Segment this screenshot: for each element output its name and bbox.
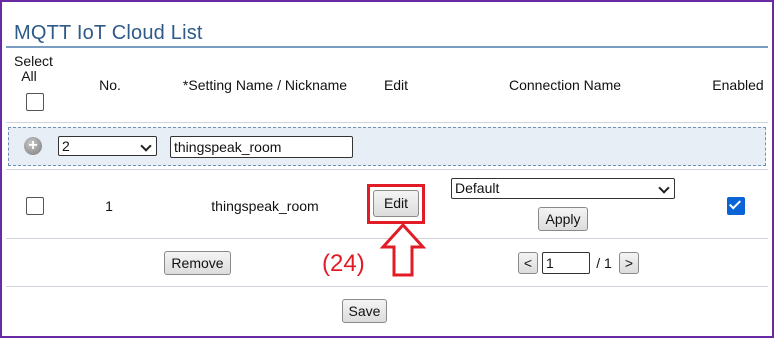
annotation-label: (24) [322,250,365,277]
select-all-label-line1: Select [14,53,53,69]
add-row-divider [6,169,768,170]
page-total: / 1 [596,255,612,271]
remove-button[interactable]: Remove [164,251,231,275]
add-icon[interactable]: + [24,137,42,155]
connection-name-value: Default [455,180,500,196]
row-select-checkbox[interactable] [26,197,44,215]
row-no: 1 [105,198,113,214]
connection-name-select[interactable]: Default [451,178,675,199]
header-enabled: Enabled [712,77,764,93]
header-setting-name: *Setting Name / Nickname [182,77,348,93]
save-button[interactable]: Save [342,299,387,323]
row-setting-name: thingspeak_room [211,198,319,214]
add-count-value: 2 [62,138,70,154]
header-divider [6,122,768,123]
chevron-down-icon [658,182,670,194]
select-all-label-line2: All [21,68,37,84]
page-title: MQTT IoT Cloud List [14,22,203,44]
header-connection-name: Connection Name [508,77,622,93]
highlight-box [367,184,425,224]
header-edit: Edit [383,77,409,93]
chevron-down-icon [140,140,152,152]
select-all-header: Select All [14,53,53,84]
next-page-button[interactable]: > [619,252,639,274]
header-no: No. [99,77,121,93]
up-arrow-icon [380,222,426,277]
select-all-checkbox[interactable] [26,93,44,111]
page-number-input[interactable]: 1 [542,252,590,274]
prev-page-button[interactable]: < [518,252,538,274]
add-count-select[interactable]: 2 [58,136,157,156]
title-divider [6,46,768,48]
enabled-checkbox[interactable] [727,197,745,215]
add-name-input[interactable]: thingspeak_room [170,136,353,158]
apply-button[interactable]: Apply [538,207,588,231]
footer-divider [6,286,768,287]
